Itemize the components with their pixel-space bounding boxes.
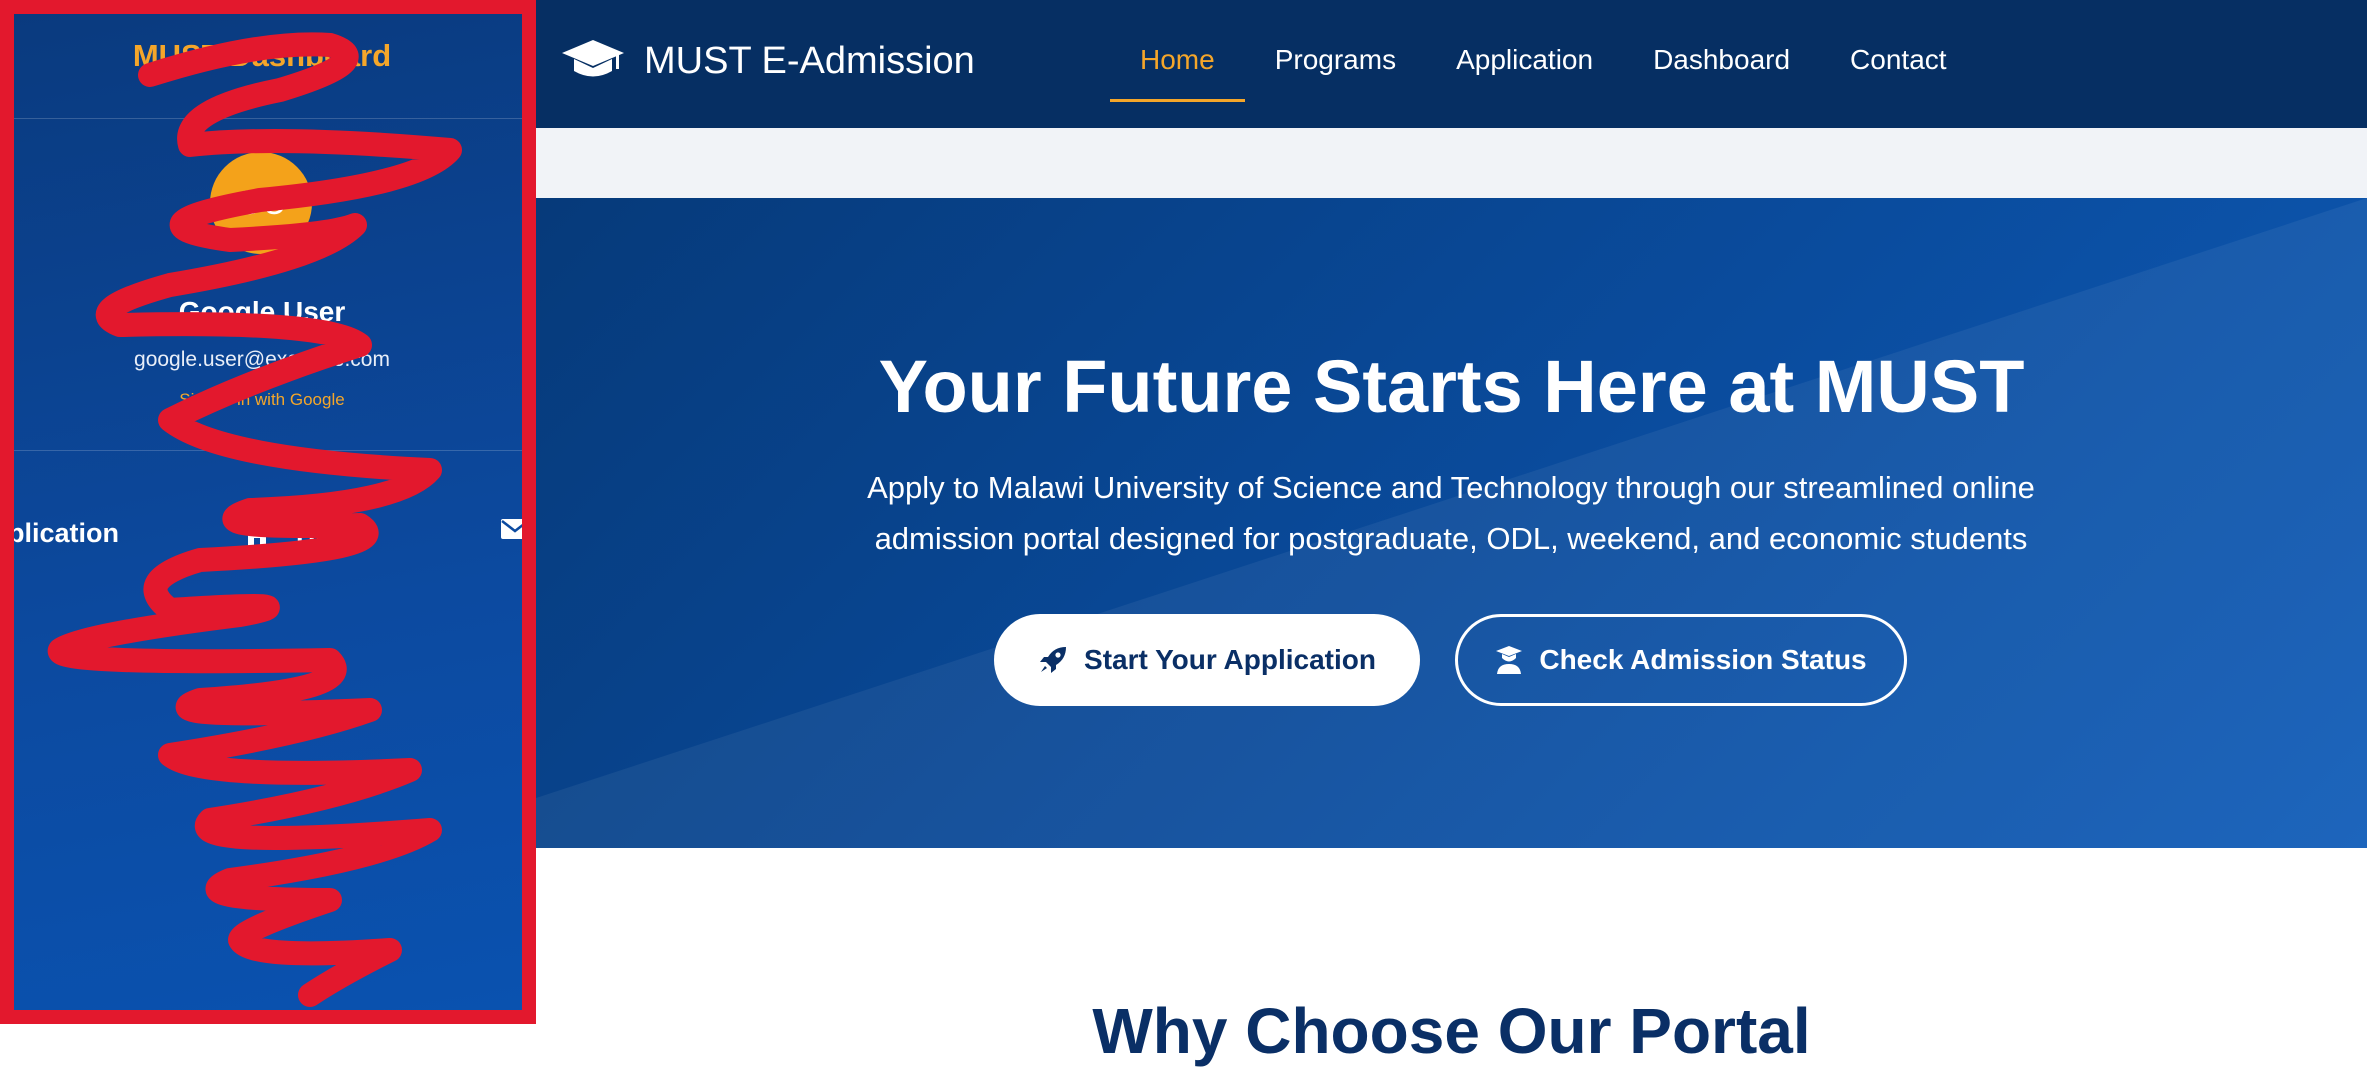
spacer-band bbox=[536, 128, 2367, 198]
hero-subtitle: Apply to Malawi University of Science an… bbox=[867, 470, 2035, 556]
brand[interactable]: MUST E-Admission bbox=[560, 38, 975, 84]
sidebar-divider bbox=[14, 118, 524, 119]
top-navbar: MUST E-Admission Home Programs Applicati… bbox=[536, 0, 2367, 128]
sidebar-item-application[interactable]: Application bbox=[0, 518, 119, 549]
hero-title: Your Future Starts Here at MUST bbox=[878, 345, 2025, 428]
sidebar-item-home[interactable]: Home bbox=[242, 518, 371, 549]
nav-home[interactable]: Home bbox=[1110, 44, 1245, 102]
sidebar-item-label: Application bbox=[0, 518, 119, 548]
sidebar: MUST Dashboard GU Google User google.use… bbox=[0, 0, 536, 1024]
check-status-button[interactable]: Check Admission Status bbox=[1455, 614, 1907, 706]
nav-dashboard[interactable]: Dashboard bbox=[1623, 44, 1820, 102]
main-nav: Home Programs Application Dashboard Cont… bbox=[1110, 44, 1977, 102]
signed-in-status: Signed in with Google bbox=[179, 390, 345, 409]
nav-application[interactable]: Application bbox=[1426, 44, 1623, 102]
button-label: Start Your Application bbox=[1084, 644, 1376, 675]
rocket-icon bbox=[1040, 647, 1067, 673]
sidebar-title: MUST Dashboard bbox=[132, 38, 392, 73]
start-application-button[interactable]: Start Your Application bbox=[994, 614, 1420, 706]
user-email: google.user@example.com bbox=[134, 348, 390, 371]
section-heading: Why Choose Our Portal bbox=[1092, 995, 1811, 1067]
hero-section: Your Future Starts Here at MUST Apply to… bbox=[536, 198, 2367, 848]
envelope-icon bbox=[501, 519, 529, 539]
graduation-cap-icon bbox=[562, 40, 624, 77]
avatar: GU bbox=[210, 152, 312, 254]
brand-name: MUST E-Admission bbox=[644, 39, 975, 82]
nav-programs[interactable]: Programs bbox=[1245, 44, 1426, 102]
button-label: Check Admission Status bbox=[1539, 644, 1867, 675]
home-icon bbox=[244, 521, 270, 546]
graduate-icon bbox=[1496, 646, 1523, 674]
sidebar-divider bbox=[14, 450, 524, 451]
user-name: Google User bbox=[178, 296, 346, 327]
nav-contact[interactable]: Contact bbox=[1820, 44, 1977, 102]
sidebar-item-messages[interactable] bbox=[500, 518, 530, 540]
sidebar-item-label: Home bbox=[296, 518, 372, 548]
